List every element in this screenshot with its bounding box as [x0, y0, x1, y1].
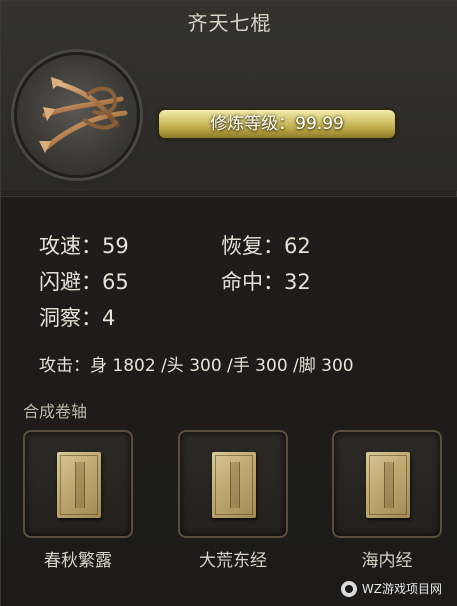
stat-dodge: 闪避：65: [39, 270, 129, 294]
scroll-name-1: 春秋繁露: [44, 551, 112, 571]
skill-panel: 齐天七棍 修炼等级：99.99 攻速：59 恢复：62 闪避：65 命中：32 …: [0, 0, 457, 606]
watermark: WZ游戏项目网: [340, 580, 442, 597]
book-scroll-icon: [212, 452, 256, 518]
scroll-name-2: 大荒东经: [199, 551, 267, 571]
watermark-text: WZ游戏项目网: [361, 582, 442, 596]
skill-header: 齐天七棍 修炼等级：99.99: [1, 1, 457, 191]
attack-values: 攻击：身 1802 /头 300 /手 300 /脚 300: [39, 356, 354, 376]
book-scroll-icon: [366, 452, 410, 518]
stat-hit: 命中：32: [221, 270, 311, 294]
stat-insight: 洞察：4: [39, 306, 116, 330]
skill-emblem-icon[interactable]: [17, 55, 137, 175]
cultivation-level-bar: 修炼等级：99.99: [159, 110, 395, 138]
scroll-slot-3[interactable]: [332, 430, 442, 538]
skill-title: 齐天七棍: [187, 11, 272, 35]
stat-recovery: 恢复：62: [221, 234, 311, 258]
scroll-slot-1[interactable]: [23, 430, 133, 538]
synthesis-scrolls-label: 合成卷轴: [23, 402, 88, 421]
stat-attack-speed: 攻速：59: [39, 234, 129, 258]
wechat-icon: [340, 580, 357, 597]
scroll-name-3: 海内经: [361, 551, 413, 571]
crossed-arrows-icon: [39, 77, 128, 153]
book-scroll-icon: [57, 452, 101, 518]
scroll-slot-2[interactable]: [178, 430, 288, 538]
